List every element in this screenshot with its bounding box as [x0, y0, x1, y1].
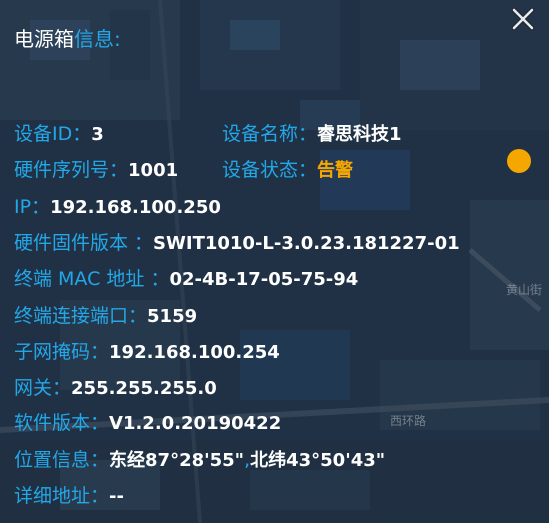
firmware-label: 硬件固件版本 ： — [14, 232, 154, 254]
mac-label: 终端 MAC 地址 ： — [14, 268, 170, 290]
field-firmware: 硬件固件版本 ：SWIT1010-L-3.0.23.181227-01 — [14, 230, 460, 256]
address-label: 详细地址： — [14, 485, 110, 507]
device-name-value: 睿思科技1 — [317, 124, 402, 145]
software-value: V1.2.0.20190422 — [109, 413, 282, 434]
address-value: -- — [109, 486, 124, 507]
device-name-label: 设备名称： — [222, 123, 318, 145]
subnet-label: 子网掩码： — [14, 341, 110, 363]
firmware-value: SWIT1010-L-3.0.23.181227-01 — [153, 233, 460, 254]
software-label: 软件版本： — [14, 412, 110, 434]
serial-value: 1001 — [128, 160, 179, 181]
title-prefix: 电源箱 — [14, 27, 74, 51]
field-location: 位置信息：东经87°28'55",北纬43°50'43" — [14, 447, 385, 473]
field-address: 详细地址：-- — [14, 483, 124, 509]
ip-label: IP： — [14, 196, 51, 218]
dark-overlay — [0, 0, 549, 523]
field-software: 软件版本：V1.2.0.20190422 — [14, 410, 281, 436]
status-label: 设备状态： — [222, 159, 318, 181]
gateway-label: 网关： — [14, 377, 72, 399]
field-serial: 硬件序列号：1001 — [14, 157, 178, 183]
field-device-name: 设备名称：睿思科技1 — [222, 121, 402, 147]
power-box-info-panel: 西环路 黄山街 电源箱信息: 设备ID：3 设备名称：睿思科技1 硬件序列号：1… — [0, 0, 549, 523]
close-button[interactable] — [510, 6, 536, 32]
device-id-label: 设备ID： — [14, 123, 92, 145]
device-id-value: 3 — [91, 124, 104, 145]
gateway-value: 255.255.255.0 — [71, 378, 217, 399]
location-latitude: 北纬43°50'43" — [250, 450, 386, 471]
field-subnet: 子网掩码：192.168.100.254 — [14, 339, 280, 365]
port-value: 5159 — [147, 306, 198, 327]
field-ip: IP：192.168.100.250 — [14, 194, 221, 220]
status-indicator-dot — [507, 149, 531, 173]
location-longitude: 东经87°28'55" — [109, 450, 245, 471]
field-device-id: 设备ID：3 — [14, 121, 104, 147]
ip-value: 192.168.100.250 — [50, 197, 221, 218]
field-mac: 终端 MAC 地址 ：02-4B-17-05-75-94 — [14, 266, 358, 292]
subnet-value: 192.168.100.254 — [109, 342, 280, 363]
serial-label: 硬件序列号： — [14, 159, 129, 181]
status-value: 告警 — [317, 160, 354, 181]
field-port: 终端连接端口：5159 — [14, 303, 197, 329]
port-label: 终端连接端口： — [14, 305, 148, 327]
mac-value: 02-4B-17-05-75-94 — [169, 269, 359, 290]
title-suffix: 信息: — [74, 27, 121, 51]
dialog-title: 电源箱信息: — [14, 27, 121, 51]
location-label: 位置信息： — [14, 449, 110, 471]
close-icon — [511, 7, 535, 31]
field-gateway: 网关：255.255.255.0 — [14, 375, 217, 401]
field-status: 设备状态：告警 — [222, 157, 353, 183]
